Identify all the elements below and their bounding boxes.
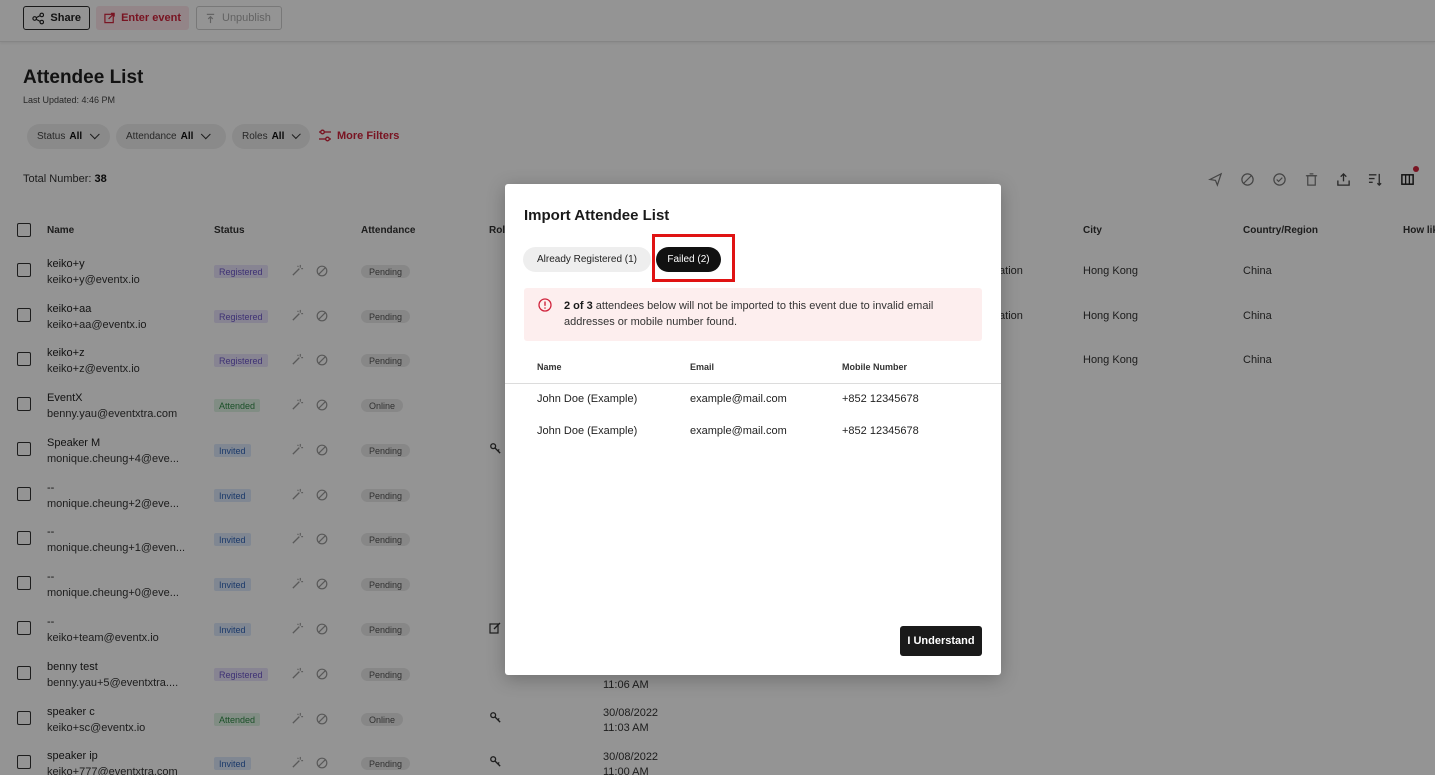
failed-row: John Doe (Example) example@mail.com +852… [505, 425, 1001, 457]
alert-text: attendees below will not be imported to … [564, 300, 934, 328]
import-attendee-modal: Import Attendee List Already Registered … [505, 184, 1001, 675]
failed-table-header: Name Email Mobile Number [505, 356, 1001, 384]
highlight-box [652, 234, 735, 282]
failed-email: example@mail.com [690, 393, 787, 405]
alert-message: 2 of 3 attendees below will not be impor… [564, 298, 974, 330]
failed-mobile: +852 12345678 [842, 393, 919, 405]
column-mobile: Mobile Number [842, 362, 908, 372]
failed-email: example@mail.com [690, 425, 787, 437]
i-understand-button[interactable]: I Understand [900, 626, 982, 656]
tab-already-registered[interactable]: Already Registered (1) [523, 247, 651, 272]
error-alert: 2 of 3 attendees below will not be impor… [524, 288, 982, 341]
failed-name: John Doe (Example) [537, 425, 638, 437]
failed-row: John Doe (Example) example@mail.com +852… [505, 393, 1001, 425]
alert-circle-icon [538, 298, 552, 312]
failed-name: John Doe (Example) [537, 393, 638, 405]
column-name: Name [537, 362, 562, 372]
column-email: Email [690, 362, 715, 372]
modal-title: Import Attendee List [524, 207, 670, 224]
failed-mobile: +852 12345678 [842, 425, 919, 437]
alert-count: 2 of 3 [564, 300, 593, 312]
